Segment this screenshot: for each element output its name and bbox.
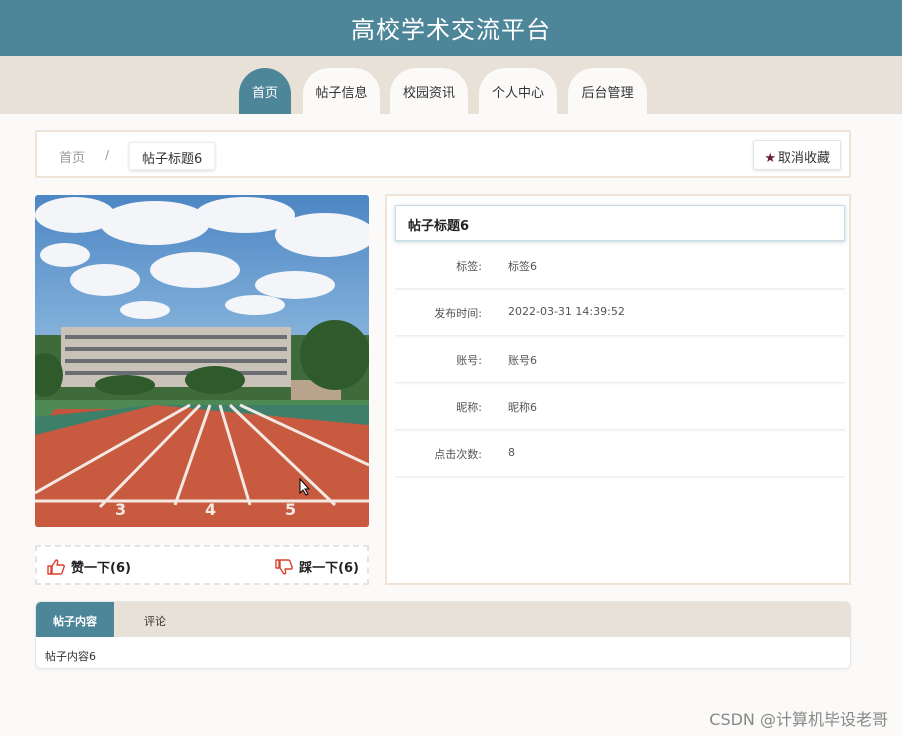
nav-item-home[interactable]: 首页 — [239, 68, 291, 114]
post-content-text: 帖子内容6 — [45, 650, 96, 663]
info-row-account: 账号: 账号6 — [395, 336, 845, 383]
dislike-button[interactable]: 踩一下(6) — [275, 557, 359, 576]
post-title: 帖子标题6 — [395, 205, 845, 241]
info-value: 标签6 — [508, 260, 537, 273]
vote-bar: 赞一下(6) 踩一下(6) — [35, 545, 369, 585]
breadcrumb: 首页 / 帖子标题6 ★ 取消收藏 — [35, 130, 851, 178]
info-row-publish-time: 发布时间: 2022-03-31 14:39:52 — [395, 289, 845, 336]
info-label: 标签: — [456, 260, 482, 273]
nav-item-admin[interactable]: 后台管理 — [568, 68, 647, 114]
breadcrumb-current: 帖子标题6 — [129, 142, 216, 170]
content-tabs: 帖子内容 评论 帖子内容6 — [35, 601, 851, 669]
site-title: 高校学术交流平台 — [351, 16, 551, 44]
info-value: 账号6 — [508, 354, 537, 367]
svg-text:3: 3 — [115, 500, 126, 519]
nav-item-posts[interactable]: 帖子信息 — [303, 68, 380, 114]
post-image: 3 4 5 — [35, 195, 369, 527]
mouse-cursor-icon — [299, 478, 311, 496]
tab-post-content[interactable]: 帖子内容 — [36, 602, 114, 637]
nav-item-campus-news[interactable]: 校园资讯 — [390, 68, 468, 114]
breadcrumb-home-link[interactable]: 首页 — [59, 147, 85, 166]
info-value: 昵称6 — [508, 401, 537, 414]
like-button[interactable]: 赞一下(6) — [47, 557, 131, 576]
info-value: 2022-03-31 14:39:52 — [508, 305, 625, 318]
tabs-header: 帖子内容 评论 — [36, 602, 850, 637]
info-value: 8 — [508, 446, 515, 459]
info-row-nickname: 昵称: 昵称6 — [395, 383, 845, 430]
info-row-click-count: 点击次数: 8 — [395, 430, 845, 477]
unfavorite-button[interactable]: ★ 取消收藏 — [753, 140, 841, 170]
nav-item-personal-center[interactable]: 个人中心 — [479, 68, 557, 114]
info-label: 发布时间: — [434, 307, 482, 320]
watermark: CSDN @计算机毕设老哥 — [709, 710, 888, 729]
thumbs-up-icon — [47, 558, 65, 575]
like-button-label: 赞一下(6) — [71, 561, 131, 576]
tab-comments[interactable]: 评论 — [114, 602, 196, 637]
info-label: 账号: — [456, 354, 482, 367]
info-label: 点击次数: — [434, 448, 482, 461]
thumbs-down-icon — [275, 558, 293, 575]
breadcrumb-separator: / — [105, 148, 110, 162]
unfavorite-button-label: 取消收藏 — [777, 151, 830, 166]
star-icon: ★ — [764, 151, 776, 166]
svg-text:4: 4 — [205, 500, 216, 519]
info-row-tag: 标签: 标签6 — [395, 242, 845, 289]
site-header: 高校学术交流平台 — [0, 0, 902, 56]
main-nav: 首页 帖子信息 校园资讯 个人中心 后台管理 — [0, 56, 902, 114]
svg-text:5: 5 — [285, 500, 296, 519]
info-label: 昵称: — [456, 401, 482, 414]
dislike-button-label: 踩一下(6) — [299, 561, 359, 576]
post-detail-panel: 帖子标题6 标签: 标签6 发布时间: 2022-03-31 14:39:52 … — [385, 194, 851, 585]
